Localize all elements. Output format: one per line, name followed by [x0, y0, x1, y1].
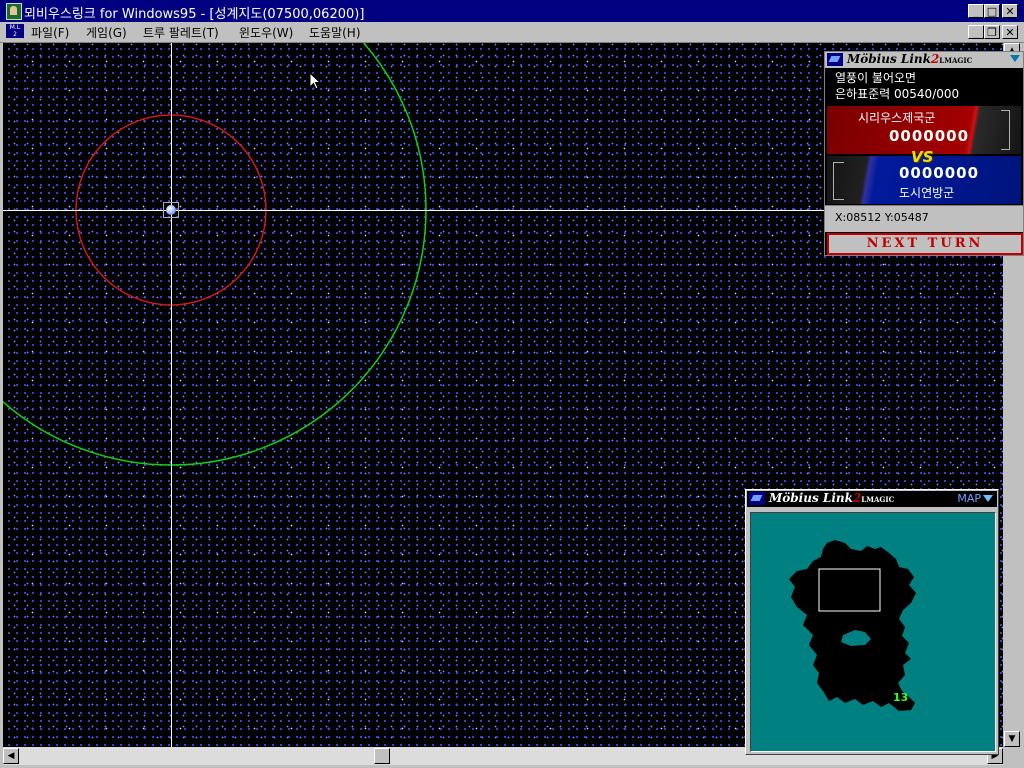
info-panel-header: Möbius Link2LMAGIC	[825, 52, 1023, 68]
crosshair-vertical	[171, 43, 172, 747]
circuit-decoration	[1001, 110, 1010, 150]
menu-true-palette[interactable]: 트루 팔레트(T)	[143, 24, 219, 41]
army2-name: 도시연방군	[899, 186, 955, 200]
minimap-window: Möbius Link2LMAGIC MAP 13	[745, 489, 999, 755]
menu-file[interactable]: 파일(F)	[31, 24, 69, 41]
scroll-left-button[interactable]: ◀	[3, 748, 19, 764]
mouse-cursor-icon	[310, 73, 322, 90]
minimap-landmass: 13	[789, 540, 916, 711]
close-button[interactable]: ✕	[1002, 4, 1018, 18]
info-panel-logo: Möbius Link2LMAGIC	[847, 52, 973, 66]
menu-game[interactable]: 게임(G)	[86, 24, 127, 41]
scenario-title: 열풍이 불어오면	[835, 71, 917, 85]
minimize-button[interactable]: _	[968, 4, 984, 18]
army2-score: 0000000	[899, 164, 980, 182]
army1-banner: 시리우스제국군 0000000	[827, 106, 1021, 154]
army1-name: 시리우스제국군	[858, 111, 936, 125]
menu-window[interactable]: 윈도우(W)	[239, 24, 293, 41]
minimap-logo: Möbius Link2LMAGIC	[769, 491, 895, 505]
landmass-shape	[789, 540, 916, 711]
doc-restore-button[interactable]: ❐	[984, 25, 1000, 39]
mobius-link-logo-icon	[827, 53, 843, 66]
chevron-down-icon[interactable]	[1010, 55, 1020, 62]
document-icon[interactable]: M.L 2	[6, 24, 24, 38]
menu-bar: M.L 2 파일(F) 게임(G) 트루 팔레트(T) 윈도우(W) 도움말(H)…	[0, 22, 1024, 43]
app-icon[interactable]	[6, 3, 22, 20]
window-title: 뫼비우스링크 for Windows95 - [성계지도(07500,06200…	[24, 7, 365, 22]
next-turn-button[interactable]: NEXT TURN	[827, 233, 1023, 255]
minimap-view[interactable]: 13	[750, 512, 996, 752]
scroll-down-button[interactable]: ▼	[1004, 731, 1020, 747]
menu-help[interactable]: 도움말(H)	[309, 24, 361, 41]
chevron-down-icon[interactable]	[983, 495, 993, 502]
unit-marker[interactable]: 13	[893, 691, 908, 704]
minimap-header: Möbius Link2LMAGIC MAP	[747, 491, 997, 507]
doc-close-button[interactable]: ✕	[1002, 25, 1018, 39]
maximize-button[interactable]: □	[984, 4, 1000, 18]
info-panel: Möbius Link2LMAGIC 열풍이 불어오면 은하표준력 00540/…	[824, 51, 1024, 256]
mobius-link-logo-icon	[749, 492, 765, 505]
galactic-calendar: 은하표준력 00540/000	[835, 87, 960, 101]
title-bar: 뫼비우스링크 for Windows95 - [성계지도(07500,06200…	[0, 0, 1024, 22]
doc-minimize-button[interactable]: _	[968, 25, 984, 39]
circuit-decoration	[833, 162, 844, 200]
move-range-ring	[3, 43, 427, 466]
vs-label: VS	[911, 148, 934, 166]
coordinate-readout: X:08512 Y:05487	[835, 211, 929, 224]
minimap-label[interactable]: MAP	[957, 492, 981, 505]
planet-icon[interactable]	[166, 205, 176, 215]
coordinate-bar: X:08512 Y:05487	[825, 205, 1023, 232]
horizontal-scroll-thumb[interactable]	[374, 748, 390, 764]
army1-score: 0000000	[889, 127, 970, 145]
